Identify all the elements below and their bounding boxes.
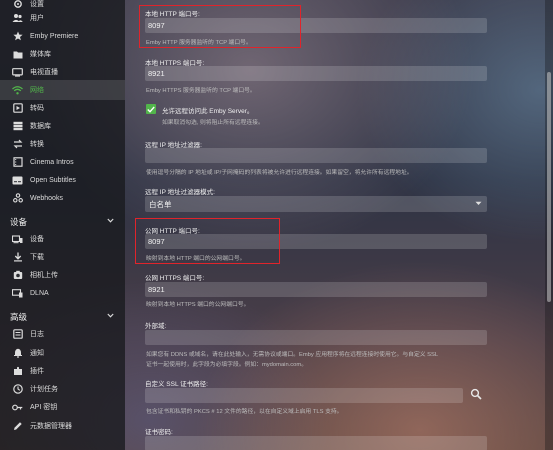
sidebar-item-downloads[interactable]: 下载 <box>0 247 125 267</box>
sidebar-item-label: 电视直播 <box>30 69 58 76</box>
remote-ip-filter-mode-label: 远程 IP 地址过滤器模式: <box>145 189 215 196</box>
external-domain-help-2: 证书一起使用时，此字段为必填字段。例如：mydomain.com。 <box>146 362 308 368</box>
sidebar-item-label: 数据库 <box>30 123 51 130</box>
public-https-port-help: 映射到本地 HTTPS 端口的公网端口号。 <box>146 302 250 308</box>
sidebar-item-label: Cinema Intros <box>30 158 74 166</box>
convert-icon <box>12 139 23 150</box>
ssl-cert-path-help: 包含证书和私钥的 PKCS # 12 文件的路径，以在自定义域上启用 TLS 支… <box>146 409 343 415</box>
log-icon <box>12 329 23 340</box>
local-https-port-input[interactable]: 8921 <box>145 66 487 81</box>
allow-remote-checkbox[interactable] <box>146 104 156 114</box>
sidebar-item-plugins[interactable]: 插件 <box>0 361 125 381</box>
sidebar-item-library[interactable]: 媒体库 <box>0 44 125 64</box>
sidebar-item-transcoding[interactable]: 转码 <box>0 98 125 118</box>
sidebar-item-label: 转换 <box>30 141 44 148</box>
external-domain-input[interactable] <box>145 330 487 345</box>
webhooks-icon <box>12 193 23 204</box>
sidebar-item-api-keys[interactable]: API 密钥 <box>0 397 125 417</box>
section-header-advanced: 高级 <box>10 312 28 322</box>
bell-icon <box>12 348 23 359</box>
sidebar-item-logs[interactable]: 日志 <box>0 324 125 344</box>
sidebar-item-emby-premiere[interactable]: Emby Premiere <box>0 26 125 46</box>
dropdown-arrow-icon <box>475 201 482 205</box>
plugin-icon <box>12 366 23 377</box>
sidebar-item-label: 日志 <box>30 331 44 338</box>
sidebar-item-label: API 密钥 <box>30 404 58 411</box>
transcode-icon <box>12 103 23 114</box>
database-icon <box>12 121 23 132</box>
tv-icon <box>12 67 23 78</box>
sidebar-item-label: 插件 <box>30 368 44 375</box>
highlight-box <box>135 218 280 264</box>
remote-ip-filter-mode-select[interactable]: 白名单 <box>145 196 487 212</box>
sidebar-item-label: 计划任务 <box>30 386 58 393</box>
remote-ip-filter-input[interactable] <box>145 148 487 163</box>
sidebar-item-camera-upload[interactable]: 相机上传 <box>0 265 125 285</box>
cert-password-input[interactable] <box>145 436 487 450</box>
search-icon[interactable] <box>470 388 482 400</box>
remote-ip-filter-help: 使用逗号分隔的 IP 地址或 IP/子网掩码的列表将被允许进行远程连接。如果留空… <box>146 170 413 176</box>
film-icon <box>12 157 23 168</box>
edit-icon <box>12 421 23 432</box>
public-https-port-input[interactable]: 8921 <box>145 282 487 297</box>
sidebar-item-label: DLNA <box>30 289 49 297</box>
sidebar-item-network[interactable]: 网络 <box>0 80 125 100</box>
dlna-icon <box>12 288 23 299</box>
sidebar-item-label: 下载 <box>30 254 44 261</box>
camera-icon <box>12 270 23 281</box>
sidebar-item-live-tv[interactable]: 电视直播 <box>0 62 125 82</box>
network-settings-form: 本地 HTTP 端口号: 8097 Emby HTTP 服务器监听的 TCP 端… <box>125 0 545 450</box>
checkmark-icon <box>147 106 155 113</box>
external-domain-help: 如果您有 DDNS 或域名，请在此处输入，无需协议或端口。Emby 应用程序将在… <box>146 352 439 358</box>
sidebar-item-label: Emby Premiere <box>30 32 79 40</box>
sidebar-item-users[interactable]: 用户 <box>0 8 125 28</box>
chevron-down-icon[interactable] <box>107 312 114 319</box>
star-icon <box>12 31 23 42</box>
section-header-devices: 设备 <box>10 217 28 227</box>
sidebar-item-label: 元数据管理器 <box>30 423 72 430</box>
sidebar-item-webhooks[interactable]: Webhooks <box>0 188 125 208</box>
sidebar-item-label: 媒体库 <box>30 51 51 58</box>
sidebar-item-label: 转码 <box>30 105 44 112</box>
remote-ip-filter-mode-value: 白名单 <box>149 199 172 209</box>
sidebar-item-scheduled-tasks[interactable]: 计划任务 <box>0 379 125 399</box>
sidebar-item-dlna[interactable]: DLNA <box>0 283 125 303</box>
sidebar-item-label: 相机上传 <box>30 272 58 279</box>
local-https-port-help: Emby HTTPS 服务器监听的 TCP 端口号。 <box>146 88 256 94</box>
wifi-icon <box>12 85 23 96</box>
sidebar-item-label: 网络 <box>30 87 44 94</box>
sidebar-item-label: 设备 <box>30 236 44 243</box>
ssl-cert-path-input[interactable] <box>145 388 463 403</box>
allow-remote-help: 如果取消勾选, 则将阻止所有远程连接。 <box>162 120 264 126</box>
sidebar-item-metadata-manager[interactable]: 元数据管理器 <box>0 416 125 436</box>
sidebar-item-notifications[interactable]: 通知 <box>0 343 125 363</box>
download-icon <box>12 252 23 263</box>
allow-remote-label: 允许远程访问此 Emby Server。 <box>162 108 254 115</box>
sidebar-item-label: 用户 <box>30 15 44 22</box>
subtitles-icon <box>12 175 23 186</box>
cert-password-label: 证书密码: <box>145 429 173 436</box>
clock-icon <box>12 384 23 395</box>
sidebar-item-label: 通知 <box>30 350 44 357</box>
folder-icon <box>12 49 23 60</box>
sidebar-item-cinema-intros[interactable]: Cinema Intros <box>0 152 125 172</box>
highlight-box <box>139 5 301 48</box>
sidebar-item-conversion[interactable]: 转换 <box>0 134 125 154</box>
devices-icon <box>12 234 23 245</box>
public-https-port-label: 公网 HTTPS 端口号: <box>145 275 205 282</box>
sidebar-item-open-subtitles[interactable]: Open Subtitles <box>0 170 125 190</box>
sidebar-item-label: Webhooks <box>30 194 63 202</box>
sidebar-item-label: Open Subtitles <box>30 176 76 184</box>
external-domain-label: 外部域: <box>145 323 167 330</box>
people-icon <box>12 13 23 24</box>
sidebar-item-database[interactable]: 数据库 <box>0 116 125 136</box>
sidebar: 设置 用户 Emby Premiere 媒体库 电视直播 网络 转码 数据库 转… <box>0 0 125 450</box>
ssl-cert-path-label: 自定义 SSL 证书路径: <box>145 381 208 388</box>
key-icon <box>12 402 23 413</box>
sidebar-item-devices[interactable]: 设备 <box>0 229 125 249</box>
chevron-down-icon[interactable] <box>107 217 114 224</box>
scrollbar-thumb[interactable] <box>547 72 551 302</box>
